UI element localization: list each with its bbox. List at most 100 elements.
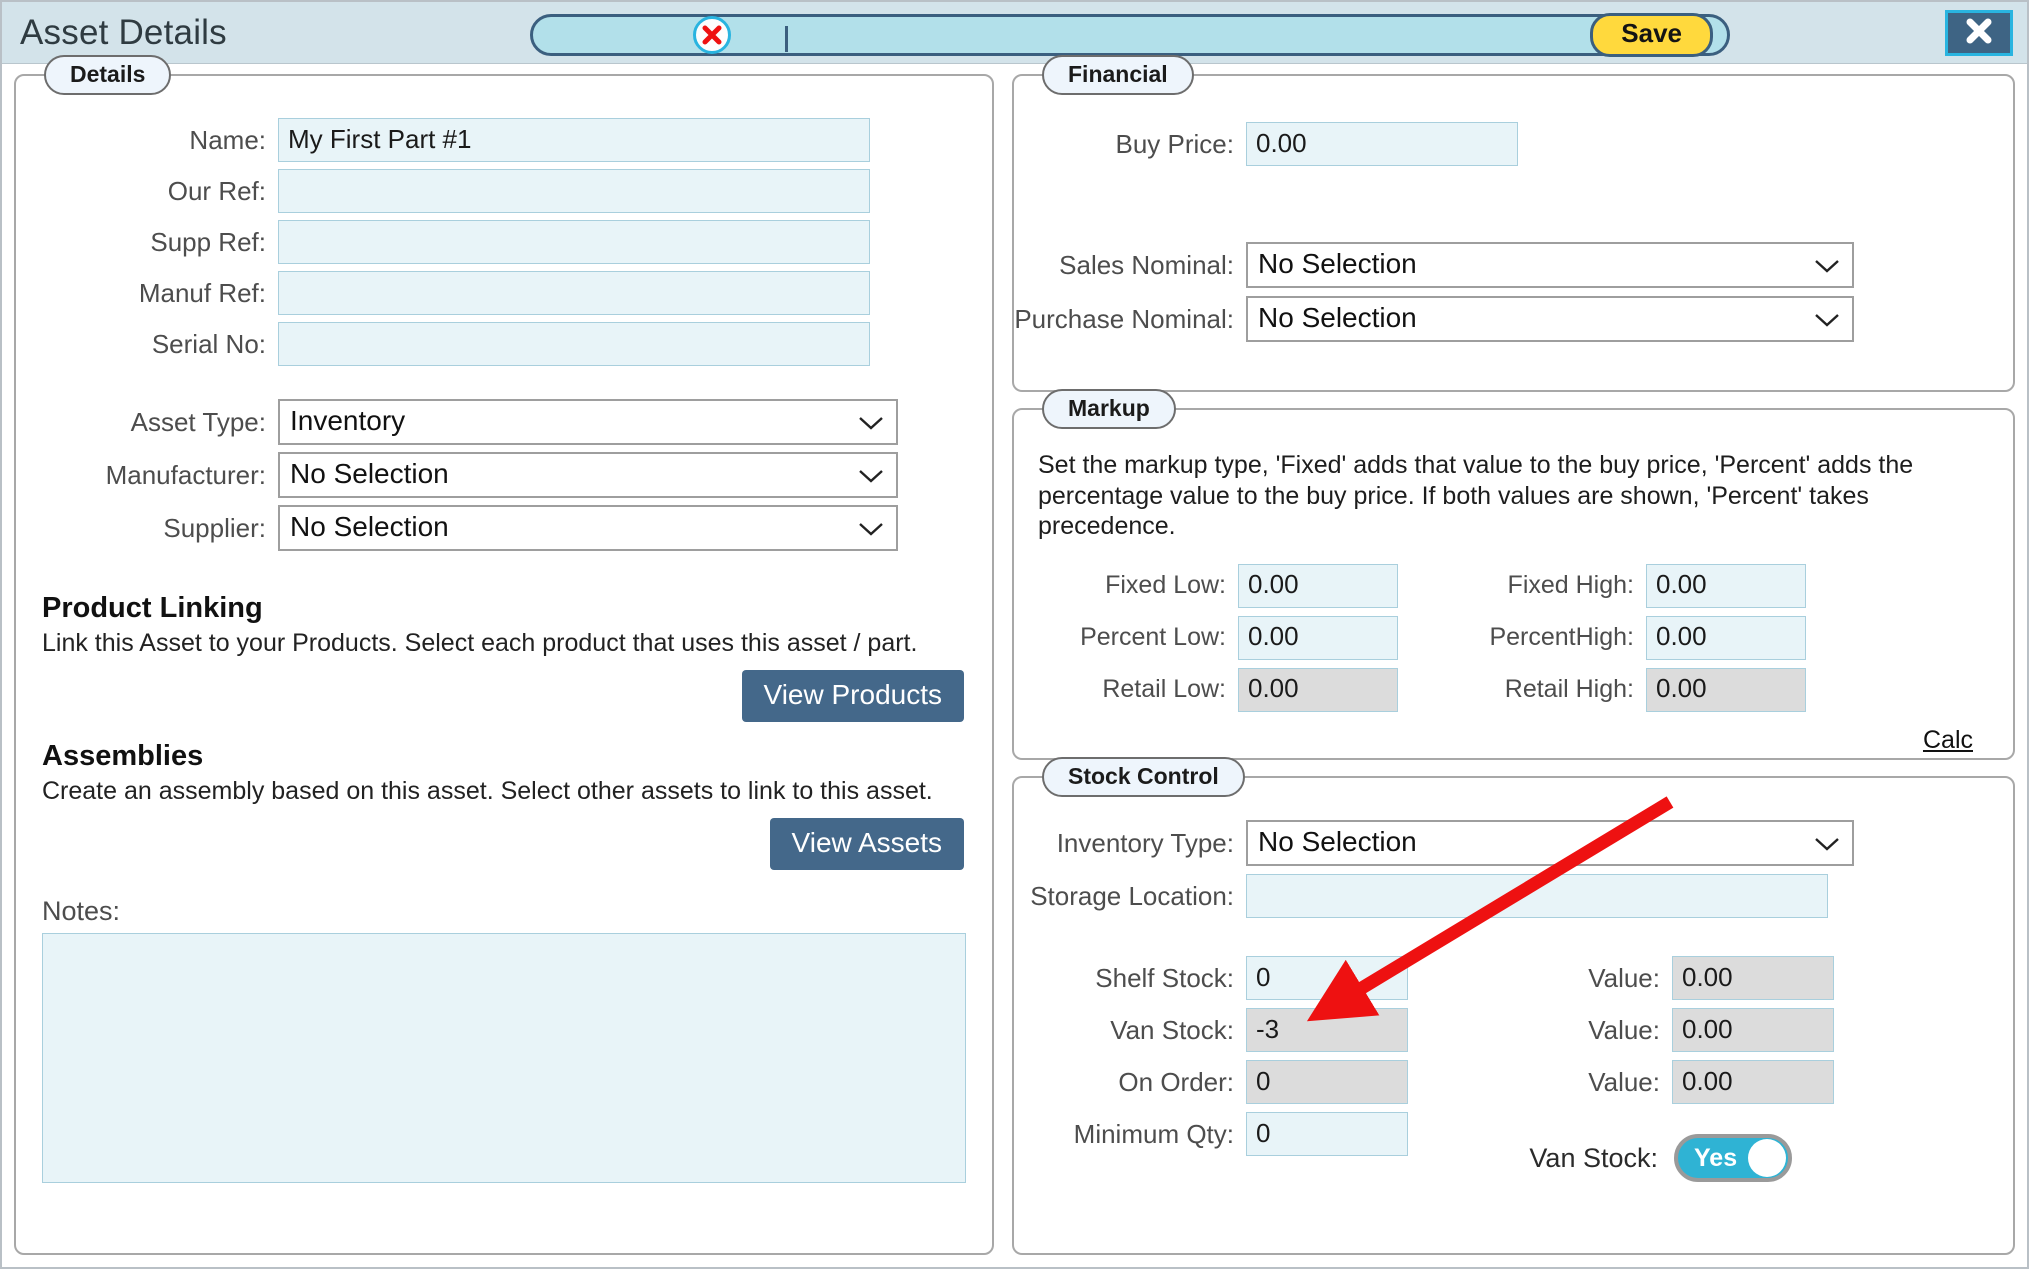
- financial-content: Buy Price: Sales Nominal: No Selection: [1014, 76, 2013, 370]
- van-value-label: Value:: [1588, 1014, 1660, 1045]
- buy-price-input[interactable]: [1246, 122, 1518, 166]
- assemblies-heading: Assemblies: [42, 740, 204, 772]
- field-van-stock: Van Stock:: [1014, 1008, 1408, 1052]
- van-stock-toggle-label: Van Stock:: [1529, 1142, 1658, 1173]
- markup-legend: Markup: [1042, 389, 1176, 429]
- field-percent-low: Percent Low:: [1038, 615, 1398, 660]
- field-shelf-stock: Shelf Stock:: [1014, 956, 1408, 1000]
- field-asset-type: Asset Type: Inventory: [16, 399, 992, 445]
- stock-value-column: Value: Value: Value:: [1526, 956, 1834, 1182]
- fixed-high-label: Fixed High:: [1507, 571, 1634, 599]
- inventory-type-value: No Selection: [1258, 826, 1417, 857]
- field-name-label: Name:: [189, 124, 266, 155]
- supplier-select[interactable]: No Selection: [278, 505, 898, 551]
- chevron-down-icon: [1814, 827, 1840, 859]
- field-our-ref: Our Ref:: [16, 169, 992, 213]
- asset-type-select[interactable]: Inventory: [278, 399, 898, 445]
- storage-location-label: Storage Location:: [1030, 880, 1234, 911]
- minimum-qty-label: Minimum Qty:: [1073, 1118, 1234, 1149]
- supplier-value: No Selection: [290, 511, 449, 542]
- retail-high-label: Retail High:: [1504, 675, 1634, 703]
- fixed-low-label: Fixed Low:: [1105, 571, 1226, 599]
- van-stock-toggle-row: Van Stock: Yes: [1526, 1134, 1834, 1182]
- manufacturer-label: Manufacturer:: [105, 459, 266, 490]
- financial-legend: Financial: [1042, 55, 1194, 95]
- van-stock-toggle[interactable]: Yes: [1674, 1134, 1792, 1182]
- markup-high-column: Fixed High: PercentHigh: Retail High:: [1398, 563, 1806, 720]
- field-on-order: On Order:: [1014, 1060, 1408, 1104]
- supp-ref-input[interactable]: [278, 220, 870, 264]
- manufacturer-select[interactable]: No Selection: [278, 452, 898, 498]
- field-serial-no-label: Serial No:: [151, 328, 266, 359]
- notes-textarea[interactable]: [42, 933, 966, 1183]
- van-stock-toggle-state: Yes: [1694, 1143, 1738, 1172]
- view-assets-button[interactable]: View Assets: [769, 818, 964, 870]
- van-stock-label: Van Stock:: [1110, 1014, 1234, 1045]
- purchase-nominal-label: Purchase Nominal:: [1014, 303, 1234, 334]
- shelf-value-label: Value:: [1588, 962, 1660, 993]
- chevron-down-icon: [858, 406, 884, 438]
- purchase-nominal-select[interactable]: No Selection: [1246, 296, 1854, 342]
- fixed-low-input[interactable]: [1238, 563, 1398, 608]
- manufacturer-value: No Selection: [290, 458, 449, 489]
- sales-nominal-label: Sales Nominal:: [1059, 249, 1234, 280]
- save-button[interactable]: Save: [1590, 13, 1713, 57]
- delete-circle-x-icon[interactable]: [693, 16, 731, 54]
- serial-no-input[interactable]: [278, 322, 870, 366]
- markup-group: Markup Set the markup type, 'Fixed' adds…: [1012, 389, 2015, 760]
- product-linking-heading: Product Linking: [42, 592, 263, 624]
- details-group: Details Name: Our Ref: Supp Ref:: [14, 55, 994, 1255]
- inventory-type-select[interactable]: No Selection: [1246, 820, 1854, 866]
- field-van-value: Value:: [1526, 1008, 1834, 1052]
- field-percent-high: PercentHigh:: [1398, 615, 1806, 660]
- product-linking-actions: View Products: [16, 670, 992, 722]
- stock-quantity-column: Shelf Stock: Van Stock: On Order:: [1014, 956, 1408, 1182]
- window-titlebar: Asset Details Save: [2, 2, 2027, 64]
- details-legend: Details: [44, 55, 172, 95]
- percent-low-input[interactable]: [1238, 615, 1398, 660]
- field-our-ref-label: Our Ref:: [167, 175, 266, 206]
- on-order-value-label: Value:: [1588, 1066, 1660, 1097]
- shelf-stock-input[interactable]: [1246, 956, 1408, 1000]
- toolbar-pill: Save: [530, 13, 1730, 57]
- markup-fields: Fixed Low: Percent Low: Retail Low:: [1038, 563, 1989, 720]
- field-manuf-ref: Manuf Ref:: [16, 271, 992, 315]
- right-column: Financial Buy Price: Sales Nominal: No S…: [1012, 55, 2015, 1255]
- notes-label: Notes:: [42, 896, 121, 926]
- van-value-input: [1672, 1008, 1834, 1052]
- asset-type-label: Asset Type:: [130, 406, 266, 437]
- field-retail-low: Retail Low:: [1038, 667, 1398, 712]
- field-name: Name:: [16, 118, 992, 162]
- sales-nominal-select[interactable]: No Selection: [1246, 242, 1854, 288]
- inventory-type-label: Inventory Type:: [1056, 827, 1234, 858]
- view-products-button[interactable]: View Products: [741, 670, 964, 722]
- shelf-stock-label: Shelf Stock:: [1095, 962, 1234, 993]
- sales-nominal-value: No Selection: [1258, 248, 1417, 279]
- field-fixed-low: Fixed Low:: [1038, 563, 1398, 608]
- stock-fields: Shelf Stock: Van Stock: On Order:: [1014, 956, 2013, 1182]
- minimum-qty-input[interactable]: [1246, 1112, 1408, 1156]
- percent-high-label: PercentHigh:: [1489, 623, 1634, 651]
- window-body: Details Name: Our Ref: Supp Ref:: [2, 55, 2027, 1267]
- field-inventory-type: Inventory Type: No Selection: [1014, 820, 2013, 866]
- product-linking-description: Link this Asset to your Products. Select…: [42, 629, 918, 657]
- field-fixed-high: Fixed High:: [1398, 563, 1806, 608]
- name-input[interactable]: [278, 118, 870, 162]
- percent-high-input[interactable]: [1646, 615, 1806, 660]
- close-button[interactable]: [1945, 10, 2013, 56]
- toggle-knob: [1748, 1139, 1786, 1177]
- chevron-down-icon: [1814, 249, 1840, 281]
- our-ref-input[interactable]: [278, 169, 870, 213]
- field-supp-ref-label: Supp Ref:: [150, 226, 266, 257]
- storage-location-input[interactable]: [1246, 874, 1828, 918]
- asset-details-window: Asset Details Save Details Name: My Firs…: [0, 0, 2029, 1269]
- chevron-down-icon: [858, 512, 884, 544]
- field-purchase-nominal: Purchase Nominal: No Selection: [1014, 296, 2013, 342]
- manuf-ref-input[interactable]: [278, 271, 870, 315]
- asset-type-value: Inventory: [290, 405, 406, 436]
- fixed-high-input[interactable]: [1646, 563, 1806, 608]
